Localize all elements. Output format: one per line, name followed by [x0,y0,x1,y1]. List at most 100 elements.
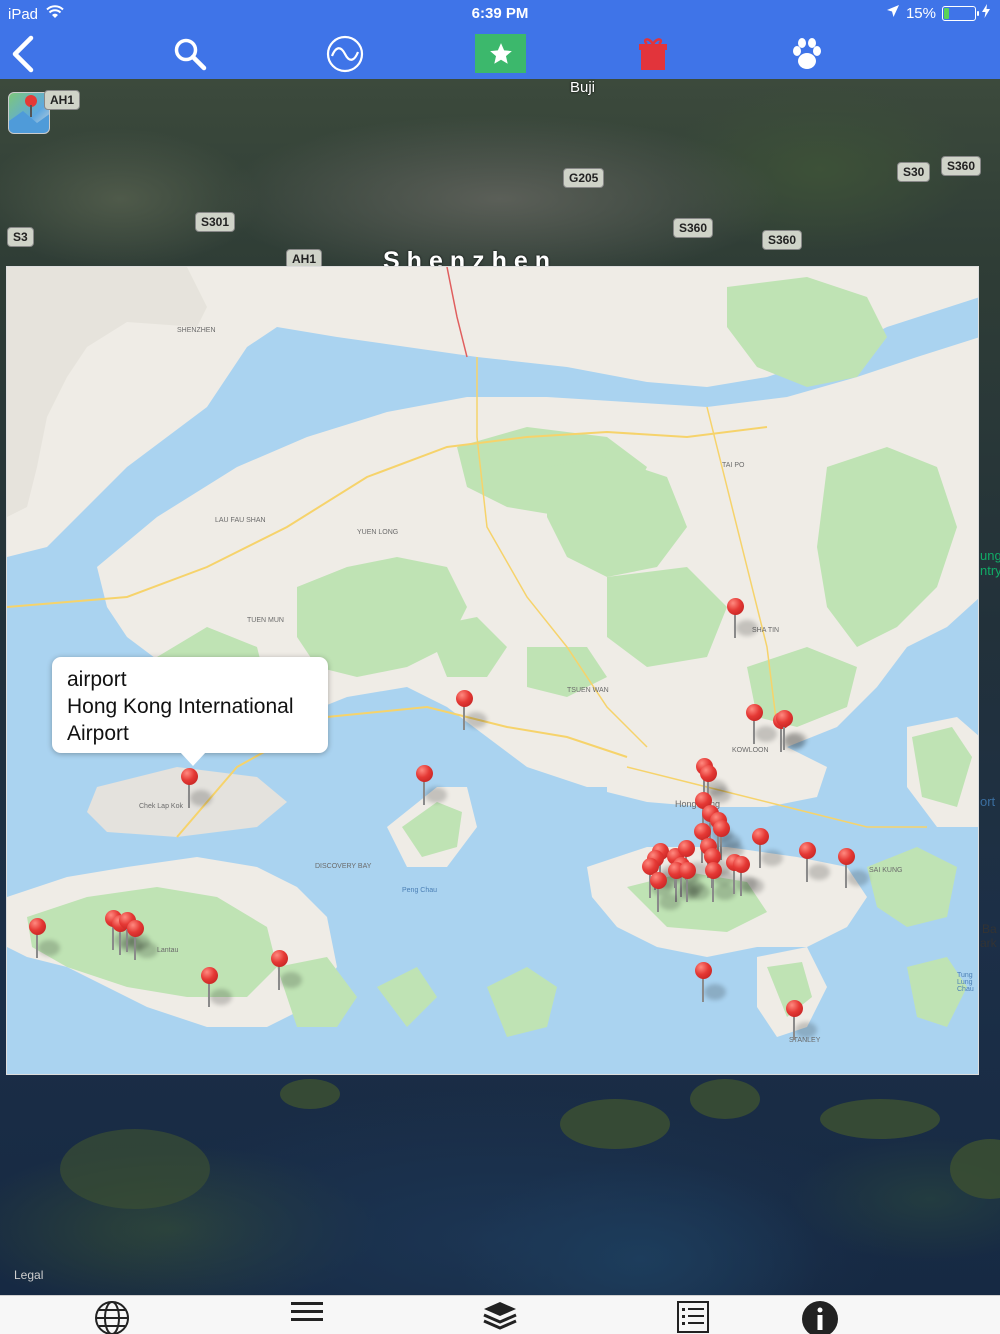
battery-percent: 15% [905,4,936,22]
road-shield: S360 [762,230,803,250]
pin-head-icon [695,962,712,979]
pin-head-icon [456,690,473,707]
road-shield: S30 [897,162,931,182]
globe-button[interactable] [92,1300,132,1334]
map-label: LAU FAU SHAN [215,517,266,524]
map-pin[interactable] [797,842,830,886]
pin-head-icon [705,862,722,879]
map-label: Peng Chau [402,887,438,894]
map-label: DISCOVERY BAY [315,863,372,870]
pin-head-icon [127,920,144,937]
map-pin[interactable] [179,768,212,812]
pin-head-icon [786,1000,803,1017]
map-pin[interactable] [836,848,869,892]
map-pin[interactable] [648,872,681,916]
pin-head-icon [713,820,730,837]
road-shield: AH1 [44,90,81,110]
pin-callout[interactable]: airport Hong Kong International Airport [52,657,328,766]
menu-button[interactable] [287,1300,327,1334]
map-label: TAI PO [722,462,745,469]
charging-bolt-icon [982,4,990,22]
map-label: SAI KUNG [869,867,903,874]
map-label: YUEN LONG [357,529,399,536]
info-icon [802,1301,838,1334]
place-label-buji: Buji [570,79,596,96]
map-label: KOWLOON [732,747,769,754]
wave-circle-icon [326,35,364,73]
bottom-tab-bar [0,1295,1000,1334]
map-pin[interactable] [750,828,783,872]
hamburger-menu-icon [291,1302,323,1321]
back-button[interactable] [2,34,42,74]
map-label: Tung Lung Chau [957,972,974,993]
route-button[interactable] [325,34,365,74]
list-icon [677,1301,709,1333]
road-shield: S301 [195,212,236,232]
pin-head-icon [838,848,855,865]
status-time: 6:39 PM [471,5,529,22]
paw-icon [793,38,821,69]
map-pin[interactable] [731,856,764,900]
map-pin[interactable] [725,598,758,642]
edge-text: ort [980,794,996,809]
road-shield: G205 [563,168,605,188]
map-label: Lantau [157,947,179,954]
search-icon [174,38,207,71]
battery-icon [942,5,979,21]
road-shield: S360 [673,218,714,238]
map-label: Chek Lap Kok [139,803,183,810]
map-label: TSUEN WAN [567,687,609,694]
list-button[interactable] [673,1300,713,1334]
edge-text: ntry [980,563,1000,578]
star-icon [489,42,512,64]
location-arrow-icon [886,4,900,22]
pin-head-icon [700,765,717,782]
favorites-button[interactable] [475,34,526,73]
pin-head-icon [733,856,750,873]
callout-subtitle: Hong Kong International [67,695,294,718]
map-pin[interactable] [125,920,158,964]
pin-head-icon [799,842,816,859]
pin-head-icon [776,710,793,727]
map-pin[interactable] [693,962,726,1006]
pin-head-icon [201,967,218,984]
map-pin[interactable] [269,950,302,994]
chevron-left-icon [12,35,34,73]
globe-icon [95,1301,129,1334]
pin-head-icon [416,765,433,782]
layers-icon [483,1302,517,1330]
gift-button[interactable] [633,34,673,74]
map-pin[interactable] [414,765,447,809]
map-pin[interactable] [774,710,807,754]
map-pin[interactable] [784,1000,817,1044]
top-toolbar [0,28,1000,79]
edge-text: Ba [982,922,997,936]
pin-head-icon [746,704,763,721]
pin-head-icon [752,828,769,845]
map-pin[interactable] [454,690,487,734]
legal-link[interactable]: Legal [14,1268,43,1282]
map-pin[interactable] [703,862,736,906]
app-screen: iPad 6:39 PM 15% Buji Shenzhen AH1 G205 … [0,0,1000,1334]
search-button[interactable] [170,34,210,74]
map-pin[interactable] [744,704,777,748]
road-shield: S360 [941,156,982,176]
status-bar: iPad 6:39 PM 15% [0,0,1000,28]
gift-icon [639,38,667,70]
layers-button[interactable] [480,1300,520,1334]
map-pin[interactable] [27,918,60,962]
pin-head-icon [181,768,198,785]
pin-head-icon [678,840,695,857]
road-shield: S3 [7,227,34,247]
callout-subtitle: Airport [67,722,129,745]
map-label: SHENZHEN [177,327,216,334]
map-label: TUEN MUN [247,617,284,624]
map-pin[interactable] [199,967,232,1011]
callout-title: airport [67,668,127,691]
pets-button[interactable] [787,34,827,74]
edge-text: ung [980,548,1000,563]
pin-head-icon [679,862,696,879]
edge-text: ark [980,936,997,950]
pin-head-icon [727,598,744,615]
info-button[interactable] [800,1300,840,1334]
